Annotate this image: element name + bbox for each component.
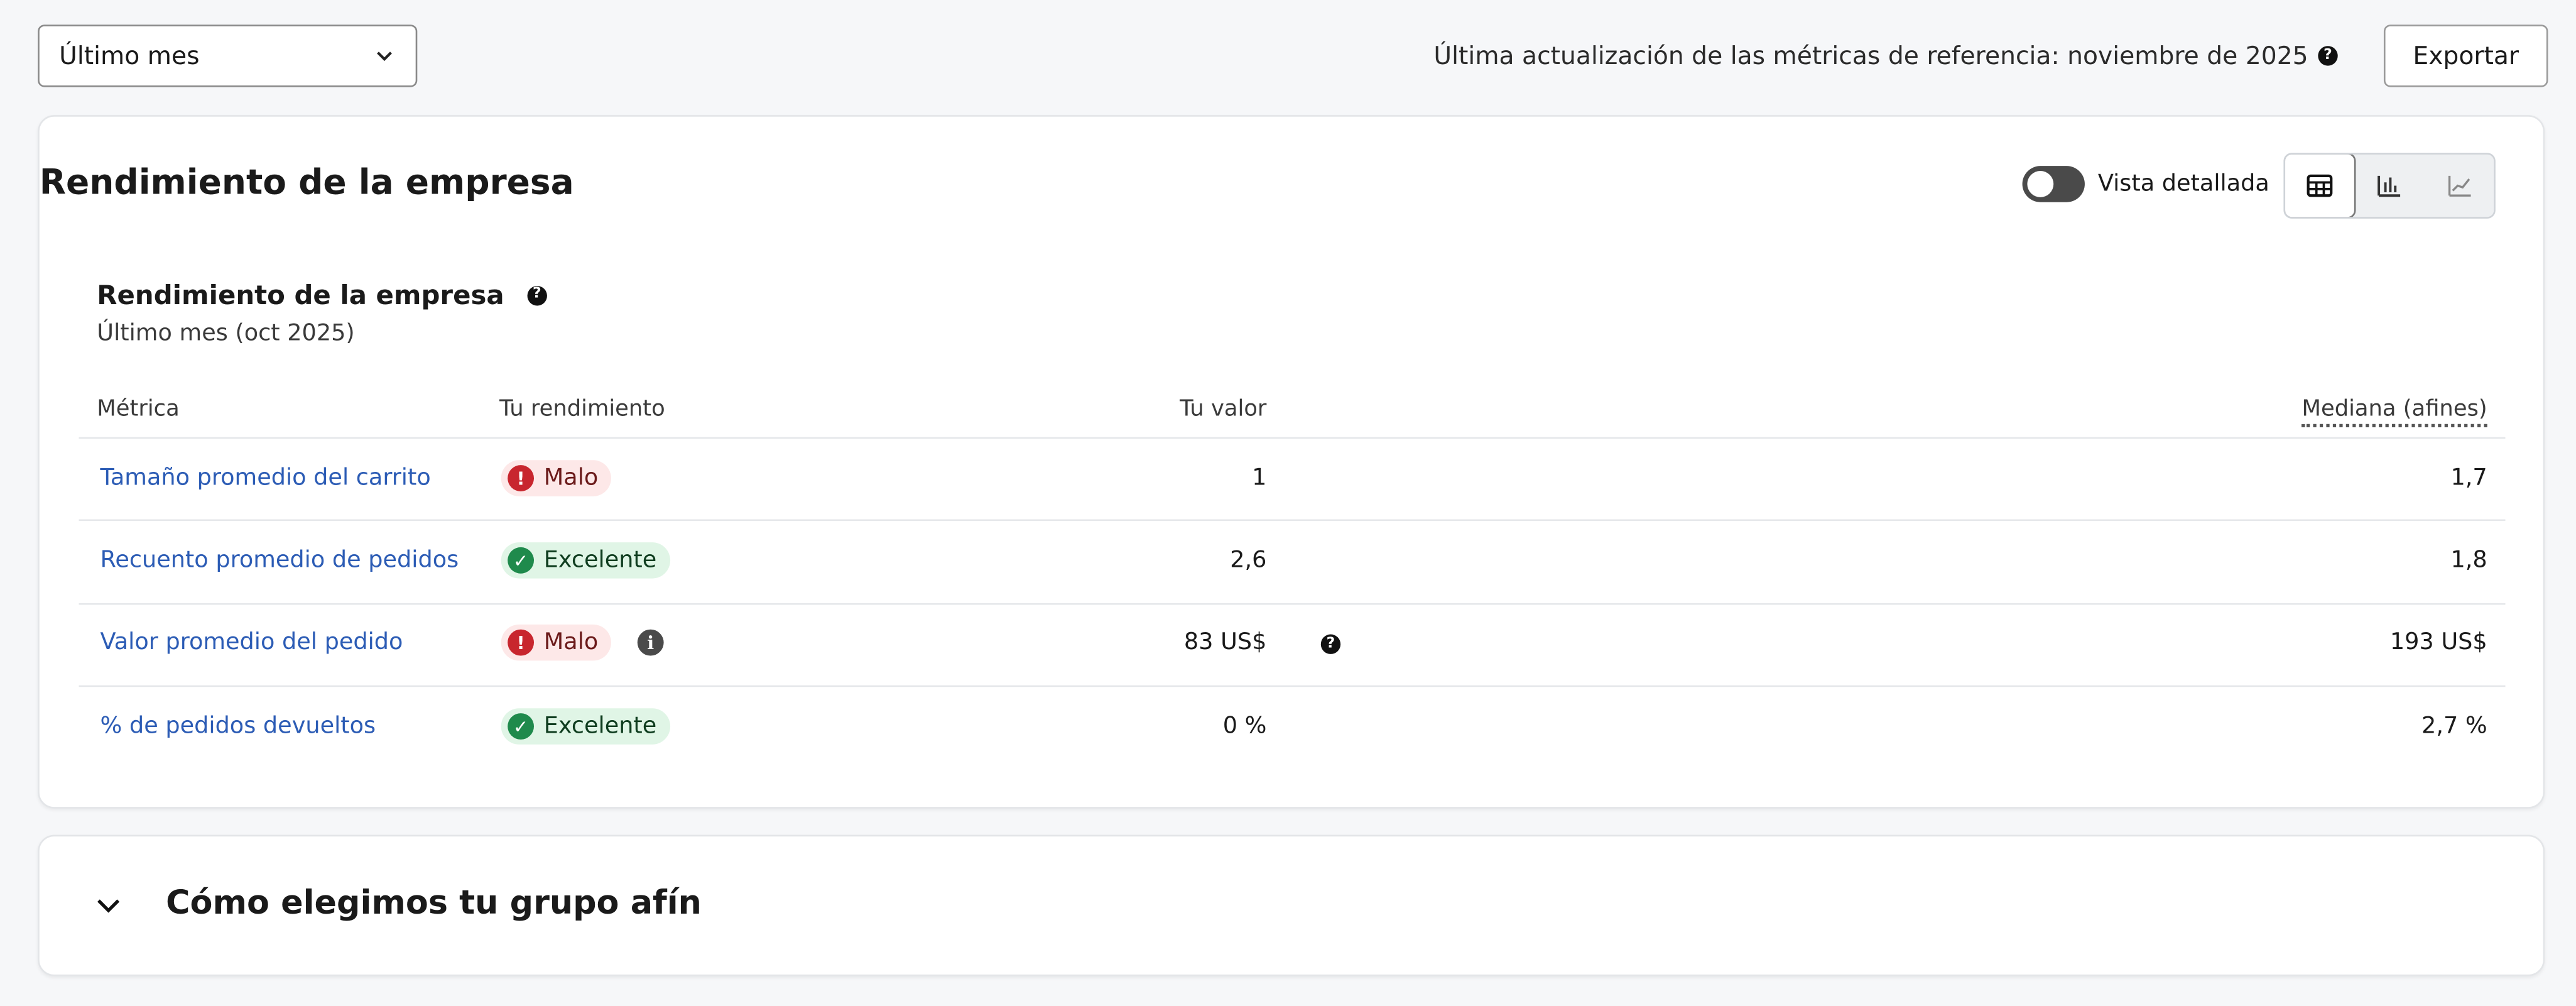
- chevron-down-icon[interactable]: [94, 891, 123, 921]
- status-badge: ✓ Excelente: [501, 542, 670, 579]
- metric-link[interactable]: Valor promedio del pedido: [101, 630, 403, 656]
- median-value: 2,7 %: [2421, 713, 2487, 740]
- section-title: Rendimiento de la empresa ?: [97, 279, 547, 311]
- median-value: 1,7: [2450, 465, 2487, 492]
- detailed-view-label: Vista detallada: [2097, 171, 2269, 197]
- your-value: 1: [1252, 465, 1267, 492]
- help-icon[interactable]: ?: [527, 285, 547, 305]
- info-icon[interactable]: i: [637, 629, 664, 656]
- your-value: 2,6: [1230, 547, 1267, 574]
- metric-link[interactable]: Recuento promedio de pedidos: [101, 547, 459, 574]
- check-icon: ✓: [508, 547, 535, 574]
- divider: [79, 437, 2506, 439]
- status-badge: ! Malo: [501, 460, 612, 496]
- peer-group-title[interactable]: Cómo elegimos tu grupo afín: [166, 882, 702, 922]
- divider: [79, 603, 2506, 605]
- metric-link[interactable]: % de pedidos devueltos: [101, 713, 376, 740]
- toggle-switch[interactable]: [2022, 166, 2085, 202]
- check-icon: ✓: [508, 713, 535, 740]
- help-icon[interactable]: ?: [2318, 46, 2338, 66]
- line-chart-view-button[interactable]: [2424, 155, 2494, 217]
- status-label: Excelente: [543, 547, 657, 574]
- section-subtitle: Último mes (oct 2025): [97, 320, 355, 347]
- section-title-text: Rendimiento de la empresa: [97, 279, 504, 311]
- view-mode-switcher: [2283, 153, 2496, 219]
- metric-link[interactable]: Tamaño promedio del carrito: [101, 465, 431, 491]
- column-header-metric: Métrica: [97, 396, 180, 423]
- median-value: 193 US$: [2389, 629, 2487, 656]
- bar-chart-icon: [2378, 175, 2401, 197]
- table-view-button[interactable]: [2285, 154, 2357, 217]
- error-icon: !: [508, 629, 535, 656]
- table-icon: [2307, 174, 2333, 197]
- status-label: Malo: [543, 465, 599, 492]
- detailed-view-toggle[interactable]: Vista detallada: [2022, 166, 2269, 202]
- page: Último mes Última actualización de las m…: [0, 0, 2576, 1006]
- last-updated-text: Última actualización de las métricas de …: [1433, 41, 2308, 71]
- median-value: 1,8: [2450, 547, 2487, 574]
- last-updated-info: Última actualización de las métricas de …: [1433, 41, 2338, 71]
- export-button[interactable]: Exportar: [2383, 25, 2548, 87]
- error-icon: !: [508, 465, 535, 492]
- chevron-down-icon: [377, 52, 392, 62]
- column-header-value: Tu valor: [1180, 396, 1267, 423]
- divider: [79, 685, 2506, 687]
- period-dropdown[interactable]: Último mes: [38, 25, 418, 87]
- status-badge: ✓ Excelente: [501, 708, 670, 745]
- divider: [79, 519, 2506, 522]
- column-header-median[interactable]: Mediana (afines): [2302, 396, 2487, 428]
- help-icon[interactable]: ?: [1320, 634, 1341, 654]
- status-badge: ! Malo: [501, 624, 612, 661]
- column-header-performance: Tu rendimiento: [499, 396, 665, 423]
- bar-chart-view-button[interactable]: [2355, 155, 2425, 217]
- period-dropdown-value: Último mes: [59, 41, 200, 71]
- line-chart-icon: [2448, 175, 2471, 197]
- your-value: 83 US$: [1183, 629, 1267, 656]
- status-label: Excelente: [543, 713, 657, 740]
- card-title: Rendimiento de la empresa: [39, 162, 574, 202]
- your-value: 0 %: [1222, 713, 1267, 740]
- performance-card: [38, 115, 2545, 809]
- top-bar: Último mes Última actualización de las m…: [0, 0, 2576, 115]
- status-label: Malo: [543, 629, 599, 656]
